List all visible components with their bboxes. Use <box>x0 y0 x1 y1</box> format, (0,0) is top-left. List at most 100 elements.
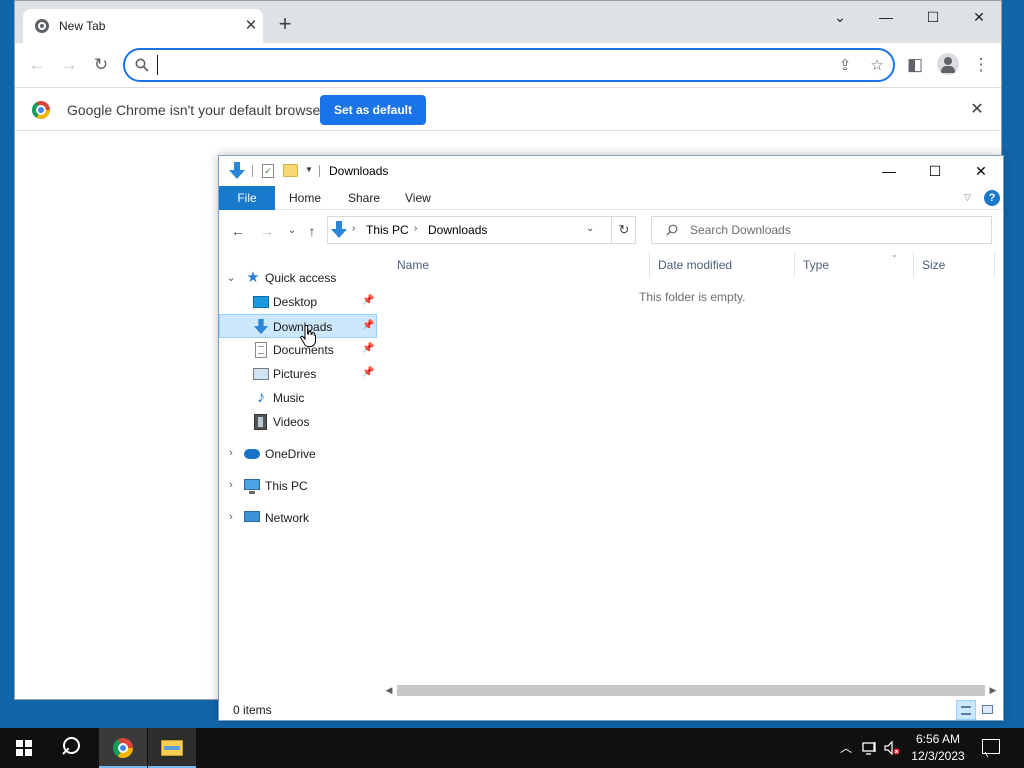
expand-chevron-icon[interactable]: › <box>225 447 237 459</box>
notifications-icon[interactable] <box>982 739 1000 754</box>
chrome-menu-button[interactable]: ⋮ <box>969 53 993 77</box>
file-explorer-icon <box>161 740 183 756</box>
omnibox[interactable]: ⇪ ☆ <box>123 48 895 82</box>
column-divider[interactable] <box>994 252 995 278</box>
new-folder-icon[interactable] <box>283 164 298 177</box>
tab-new-tab[interactable]: New Tab ✕ <box>23 9 263 43</box>
tab-file[interactable]: File <box>219 186 275 210</box>
details-view-icon <box>961 706 971 715</box>
customize-toolbar-dropdown-icon[interactable]: ▼ <box>305 165 313 174</box>
back-button[interactable]: ← <box>228 221 248 241</box>
taskbar: ︿ 6:56 AM 12/3/2023 <box>0 728 1024 768</box>
bookmark-star-icon[interactable]: ☆ <box>867 56 887 76</box>
tab-share[interactable]: Share <box>348 186 380 210</box>
side-panel-button[interactable]: ◧ <box>903 53 927 77</box>
item-count: 0 items <box>233 703 272 717</box>
expand-chevron-icon[interactable]: › <box>225 511 237 523</box>
forward-button[interactable]: → <box>57 53 81 77</box>
maximize-button[interactable]: ☐ <box>912 156 958 186</box>
infobar-close-icon[interactable]: ✕ <box>967 100 987 120</box>
nav-item-pictures[interactable]: Pictures 📌 <box>219 362 377 386</box>
ribbon-tabs: File Home Share View ▽ ? <box>219 186 1003 210</box>
close-window-button[interactable]: ✕ <box>956 3 1002 31</box>
breadcrumb-separator[interactable]: › <box>414 223 417 234</box>
close-window-button[interactable]: ✕ <box>958 156 1004 186</box>
expand-chevron-icon[interactable]: › <box>225 479 237 491</box>
scroll-left-icon[interactable]: ◀ <box>381 682 397 698</box>
nav-item-documents[interactable]: Documents 📌 <box>219 338 377 362</box>
breadcrumb-separator[interactable]: › <box>352 223 355 234</box>
nav-item-label: Desktop <box>273 295 318 309</box>
back-button[interactable]: ← <box>25 53 49 77</box>
new-tab-button[interactable]: + <box>273 13 297 37</box>
windows-logo-icon <box>16 740 32 756</box>
nav-item-onedrive[interactable]: › OneDrive <box>219 442 377 466</box>
breadcrumb-downloads[interactable]: Downloads <box>428 223 487 237</box>
nav-item-network[interactable]: › Network <box>219 506 377 530</box>
taskbar-file-explorer-button[interactable] <box>148 728 196 768</box>
maximize-button[interactable]: ☐ <box>910 3 956 31</box>
up-button[interactable]: ↑ <box>302 221 322 241</box>
address-dropdown-icon[interactable]: ⌄ <box>586 223 594 234</box>
search-input[interactable] <box>690 222 980 238</box>
expand-ribbon-chevron-icon[interactable]: ▽ <box>964 192 971 203</box>
recent-locations-chevron-icon[interactable]: ⌄ <box>282 221 302 241</box>
search-box[interactable] <box>651 216 992 244</box>
nav-item-this-pc[interactable]: › This PC <box>219 474 377 498</box>
system-clock[interactable]: 6:56 AM 12/3/2023 <box>905 731 971 765</box>
search-icon <box>666 224 678 236</box>
horizontal-scrollbar[interactable]: ◀ ▶ <box>381 682 1001 698</box>
nav-item-music[interactable]: ♪ Music <box>219 386 377 410</box>
column-header-type[interactable]: Type <box>795 252 913 278</box>
large-icons-view-button[interactable] <box>978 700 998 720</box>
nav-item-label: Network <box>265 511 310 525</box>
tab-close-icon[interactable]: ✕ <box>241 16 261 36</box>
refresh-button[interactable]: ↻ <box>611 217 636 243</box>
column-header-date-modified[interactable]: Date modified <box>650 252 794 278</box>
show-hidden-icons-chevron-icon[interactable]: ︿ <box>838 740 854 756</box>
toolbar-separator <box>252 165 253 177</box>
column-header-name[interactable]: Name <box>389 252 649 278</box>
address-bar-input[interactable] <box>157 55 817 75</box>
help-icon[interactable]: ? <box>984 190 1000 206</box>
navigation-bar: ← → ⌄ ↑ › This PC › Downloads ⌄ ↻ <box>219 214 1003 248</box>
share-icon[interactable]: ⇪ <box>835 56 855 76</box>
minimize-button[interactable]: — <box>863 3 909 31</box>
nav-item-downloads[interactable]: Downloads 📌 <box>219 314 377 338</box>
music-note-icon: ♪ <box>257 389 265 406</box>
tab-home[interactable]: Home <box>289 186 321 210</box>
onedrive-cloud-icon <box>244 449 260 459</box>
column-header-size[interactable]: Size <box>914 252 994 278</box>
nav-item-label: Videos <box>273 415 310 429</box>
taskbar-chrome-button[interactable] <box>99 728 147 768</box>
details-view-button[interactable] <box>956 700 976 720</box>
chrome-logo-icon <box>32 101 50 119</box>
volume-muted-icon[interactable] <box>884 740 900 756</box>
scroll-right-icon[interactable]: ▶ <box>985 682 1001 698</box>
address-bar[interactable]: › This PC › Downloads ⌄ ↻ <box>327 216 636 244</box>
start-button[interactable] <box>0 728 48 768</box>
nav-item-desktop[interactable]: Desktop 📌 <box>219 290 377 314</box>
chrome-logo-icon <box>113 738 133 758</box>
nav-item-videos[interactable]: Videos <box>219 410 377 434</box>
collapse-chevron-icon[interactable]: ⌄ <box>225 271 237 284</box>
reload-button[interactable]: ↻ <box>89 53 113 77</box>
tab-view[interactable]: View <box>405 186 431 210</box>
explorer-titlebar: ✓ ▼ Downloads — ☐ ✕ <box>219 156 1003 186</box>
minimize-button[interactable]: — <box>866 156 912 186</box>
desktop-icon <box>253 296 269 308</box>
nav-item-quick-access[interactable]: ⌄ ★ Quick access <box>219 266 377 290</box>
scrollbar-thumb[interactable] <box>397 685 985 696</box>
breadcrumb-this-pc[interactable]: This PC <box>366 223 409 237</box>
tab-search-dropdown-button[interactable]: ⌄ <box>817 3 863 31</box>
chrome-favicon-icon <box>35 19 49 33</box>
properties-icon[interactable]: ✓ <box>262 164 274 178</box>
network-status-icon[interactable] <box>862 740 878 756</box>
set-as-default-button[interactable]: Set as default <box>320 95 426 125</box>
documents-icon <box>255 342 267 358</box>
nav-item-label: Pictures <box>273 367 317 381</box>
forward-button[interactable]: → <box>257 221 277 241</box>
downloads-arrow-icon <box>229 162 245 179</box>
profile-avatar-icon[interactable] <box>937 53 959 75</box>
taskbar-search-icon[interactable] <box>48 728 96 768</box>
